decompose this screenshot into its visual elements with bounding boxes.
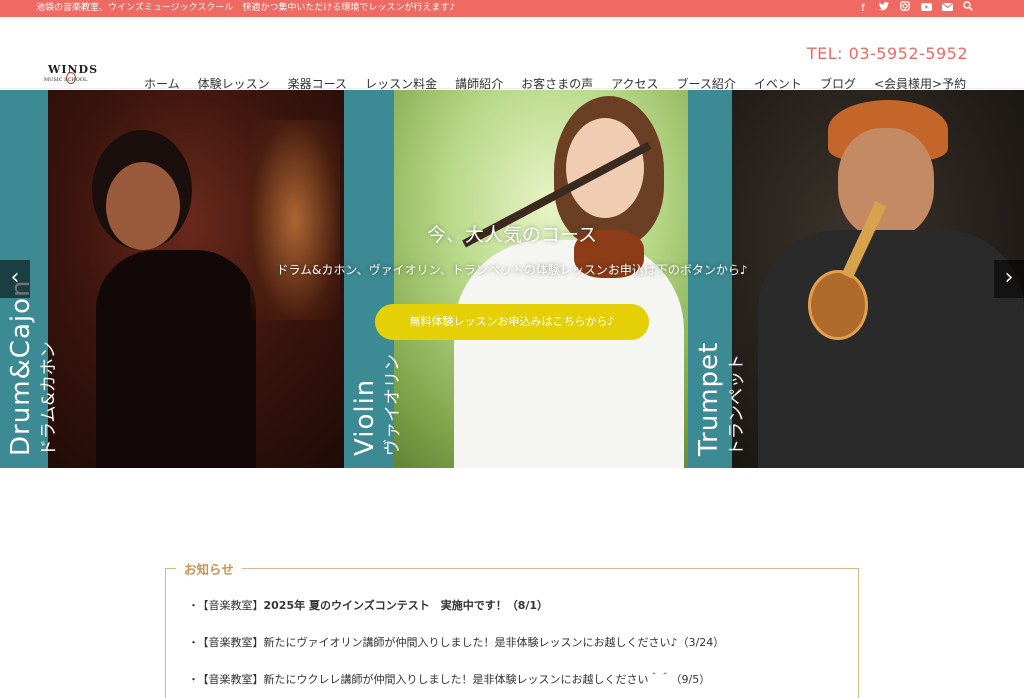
- facebook-icon[interactable]: f: [857, 0, 869, 17]
- instagram-icon[interactable]: [899, 0, 911, 17]
- hero-title: 今、大人気のコース: [426, 224, 598, 246]
- hero-slider: Drum&Cajon ドラム&カホン Violin ヴァイオリン Trumpet: [0, 90, 1024, 468]
- course-label-violin: Violin ヴァイオリン: [350, 354, 403, 456]
- top-announcement-bar: 池袋の音楽教室、ウインズミュージックスクール 快適かつ集中いただける環境でレッス…: [0, 0, 1024, 17]
- search-icon[interactable]: [962, 0, 974, 17]
- site-header: WINDS MUSIC SCHOOL TEL: 03-5952-5952 ホーム…: [0, 17, 1024, 106]
- course-panel-violin: Violin ヴァイオリン: [344, 90, 688, 468]
- logo-subtitle: MUSIC SCHOOL: [44, 77, 88, 83]
- course-label-drum: Drum&Cajon ドラム&カホン: [6, 279, 59, 457]
- site-logo[interactable]: WINDS MUSIC SCHOOL: [44, 63, 100, 87]
- news-item[interactable]: ・【音楽教室】2025年 夏のウインズコンテスト 実施中です！（8/1）: [188, 597, 858, 613]
- phone-number[interactable]: TEL: 03-5952-5952: [807, 44, 968, 63]
- mail-icon[interactable]: [941, 0, 953, 17]
- youtube-icon[interactable]: [920, 0, 932, 17]
- news-list: ・【音楽教室】2025年 夏のウインズコンテスト 実施中です！（8/1） ・【音…: [166, 597, 858, 687]
- course-label-trumpet: Trumpet トランペット: [694, 341, 747, 456]
- social-links: f: [857, 0, 974, 17]
- twitter-icon[interactable]: [878, 0, 890, 17]
- slider-prev-arrow-icon[interactable]: ‹: [0, 260, 30, 298]
- announcement-text: 池袋の音楽教室、ウインズミュージックスクール 快適かつ集中いただける環境でレッス…: [36, 3, 456, 13]
- slider-next-arrow-icon[interactable]: ›: [994, 260, 1024, 298]
- course-panel-trumpet: Trumpet トランペット: [688, 90, 1024, 468]
- news-item[interactable]: ・【音楽教室】新たにヴァイオリン講師が仲間入りしました！是非体験レッスンにお越し…: [188, 634, 858, 650]
- trial-lesson-cta-button[interactable]: 無料体験レッスンお申込みはこちらから♪: [375, 304, 649, 340]
- news-section: お知らせ ・【音楽教室】2025年 夏のウインズコンテスト 実施中です！（8/1…: [165, 559, 859, 698]
- hero-subtitle: ドラム&カホン、ヴァイオリン、トランペットの体験レッスンお申込は下のボタンから♪: [276, 263, 748, 277]
- news-heading: お知らせ: [176, 559, 242, 578]
- news-item[interactable]: ・【音楽教室】新たにウクレレ講師が仲間入りしました！是非体験レッスンにお越しくだ…: [188, 671, 858, 687]
- course-panel-drum: Drum&Cajon ドラム&カホン: [0, 90, 344, 468]
